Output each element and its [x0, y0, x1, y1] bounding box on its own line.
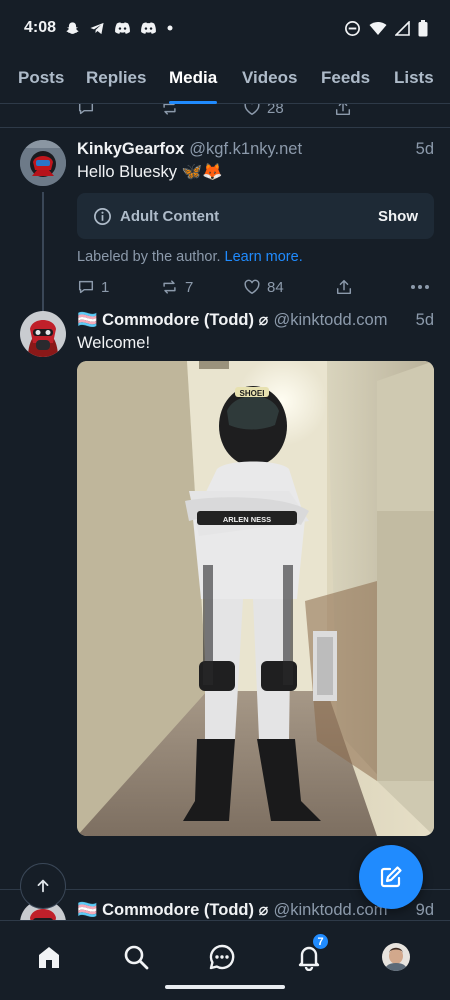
author-name[interactable]: KinkyGearfox [77, 140, 184, 159]
search-icon [124, 945, 149, 970]
status-bar: 4:08 [0, 0, 450, 56]
label-note: Labeled by the author. Learn more. [77, 249, 434, 265]
nav-home[interactable] [27, 935, 71, 979]
author-name[interactable]: 🏳️‍⚧️ Commodore (Todd) ⌀ [77, 310, 269, 330]
trans-flag: 🏳️‍⚧️ [77, 901, 98, 919]
avatar[interactable] [20, 311, 66, 357]
author-handle[interactable]: @kinktodd.com [274, 901, 388, 920]
home-icon [39, 947, 59, 968]
partial-post-actions: 28 [77, 104, 434, 120]
telegram-icon [90, 22, 104, 34]
dnd-icon [345, 20, 360, 36]
status-time: 4:08 [24, 19, 57, 36]
dot-icon [167, 25, 173, 31]
share-button[interactable] [334, 104, 352, 117]
discord-icon [115, 22, 130, 34]
share-icon [335, 104, 351, 116]
more-options-button[interactable] [410, 284, 430, 290]
tab-lists[interactable]: Lists [394, 56, 434, 104]
like-count: 84 [267, 278, 284, 296]
nav-search[interactable] [114, 935, 158, 979]
tab-posts[interactable]: Posts [18, 56, 64, 104]
post-time[interactable]: 9d [416, 901, 434, 920]
post-actions: 1 7 84 [77, 275, 434, 299]
label-note-text: Labeled by the author. [77, 249, 221, 265]
share-button[interactable] [335, 278, 353, 296]
feed: 28 KinkyGearfox @kgf.k1nky.net 5d Hello … [0, 104, 450, 920]
trans-flag: 🏳️‍⚧️ [77, 311, 98, 329]
tab-videos[interactable]: Videos [242, 56, 297, 104]
author-name-text: Commodore (Todd) ⌀ [102, 311, 269, 329]
tab-replies[interactable]: Replies [86, 56, 146, 104]
nav-chat[interactable] [200, 935, 244, 979]
profile-tabs: Posts Replies Media Videos Feeds Lists [0, 56, 450, 104]
chat-icon [209, 944, 235, 970]
snapchat-icon [66, 21, 79, 34]
post-header: KinkyGearfox @kgf.k1nky.net 5d [77, 140, 434, 159]
like-button[interactable]: 28 [243, 104, 284, 117]
post-time[interactable]: 5d [416, 140, 434, 159]
content-warning-label: Adult Content [120, 207, 220, 225]
scroll-to-top-button[interactable] [20, 863, 66, 909]
post-body: 🏳️‍⚧️ Commodore (Todd) ⌀ @kinktodd.com 5… [77, 310, 434, 836]
tab-feeds[interactable]: Feeds [321, 56, 370, 104]
profile-avatar [382, 943, 410, 971]
like-button[interactable]: 84 [243, 278, 284, 296]
post-commodore-welcome[interactable]: 🏳️‍⚧️ Commodore (Todd) ⌀ @kinktodd.com 5… [0, 300, 450, 878]
avatar[interactable] [20, 140, 66, 186]
reply-button[interactable] [77, 104, 95, 117]
heart-icon [244, 279, 260, 295]
compose-icon [380, 866, 402, 888]
learn-more-link[interactable]: Learn more. [225, 249, 303, 265]
nav-profile[interactable] [374, 935, 418, 979]
show-button[interactable]: Show [378, 208, 418, 225]
suit-brand: ARLEN NESS [223, 515, 271, 524]
post-header: 🏳️‍⚧️ Commodore (Todd) ⌀ @kinktodd.com 5… [77, 310, 434, 330]
post-text: Welcome! [77, 334, 151, 352]
post-text: Hello Bluesky 🦋🦊 [77, 163, 223, 181]
home-indicator [165, 985, 285, 989]
post-kinkygearfox[interactable]: KinkyGearfox @kgf.k1nky.net 5d Hello Blu… [0, 128, 450, 320]
repost-count: 7 [185, 278, 194, 296]
signal-icon [395, 20, 410, 36]
post-time[interactable]: 5d [416, 311, 434, 330]
repost-icon [163, 280, 176, 294]
like-count: 28 [267, 104, 284, 117]
post-image[interactable]: SHOEI ARLEN NESS [77, 361, 434, 836]
author-handle[interactable]: @kinktodd.com [274, 311, 388, 330]
reply-count: 1 [101, 278, 110, 296]
author-name-text: Commodore (Todd) ⌀ [102, 901, 269, 919]
repost-icon [163, 104, 176, 115]
compose-button[interactable] [359, 845, 423, 909]
helmet-brand: SHOEI [240, 389, 265, 398]
repost-button[interactable] [160, 104, 179, 117]
wifi-icon [369, 21, 387, 35]
author-handle[interactable]: @kgf.k1nky.net [189, 140, 302, 159]
nav-notifications[interactable]: 7 [287, 933, 331, 979]
share-icon [336, 279, 352, 295]
reply-button[interactable]: 1 [77, 278, 109, 296]
heart-icon [244, 104, 260, 116]
more-icon [411, 285, 429, 289]
repost-button[interactable]: 7 [160, 278, 193, 296]
author-name[interactable]: 🏳️‍⚧️ Commodore (Todd) ⌀ [77, 900, 269, 920]
content-warning[interactable]: Adult Content Show [77, 193, 434, 239]
discord-icon [141, 22, 156, 34]
reply-icon [78, 104, 94, 115]
arrow-up-icon [37, 879, 49, 893]
info-icon [94, 207, 111, 225]
notifications-badge: 7 [312, 933, 329, 950]
tab-media[interactable]: Media [169, 56, 218, 104]
reply-icon [78, 280, 94, 294]
post-body: KinkyGearfox @kgf.k1nky.net 5d Hello Blu… [77, 140, 434, 265]
battery-icon [418, 19, 428, 36]
